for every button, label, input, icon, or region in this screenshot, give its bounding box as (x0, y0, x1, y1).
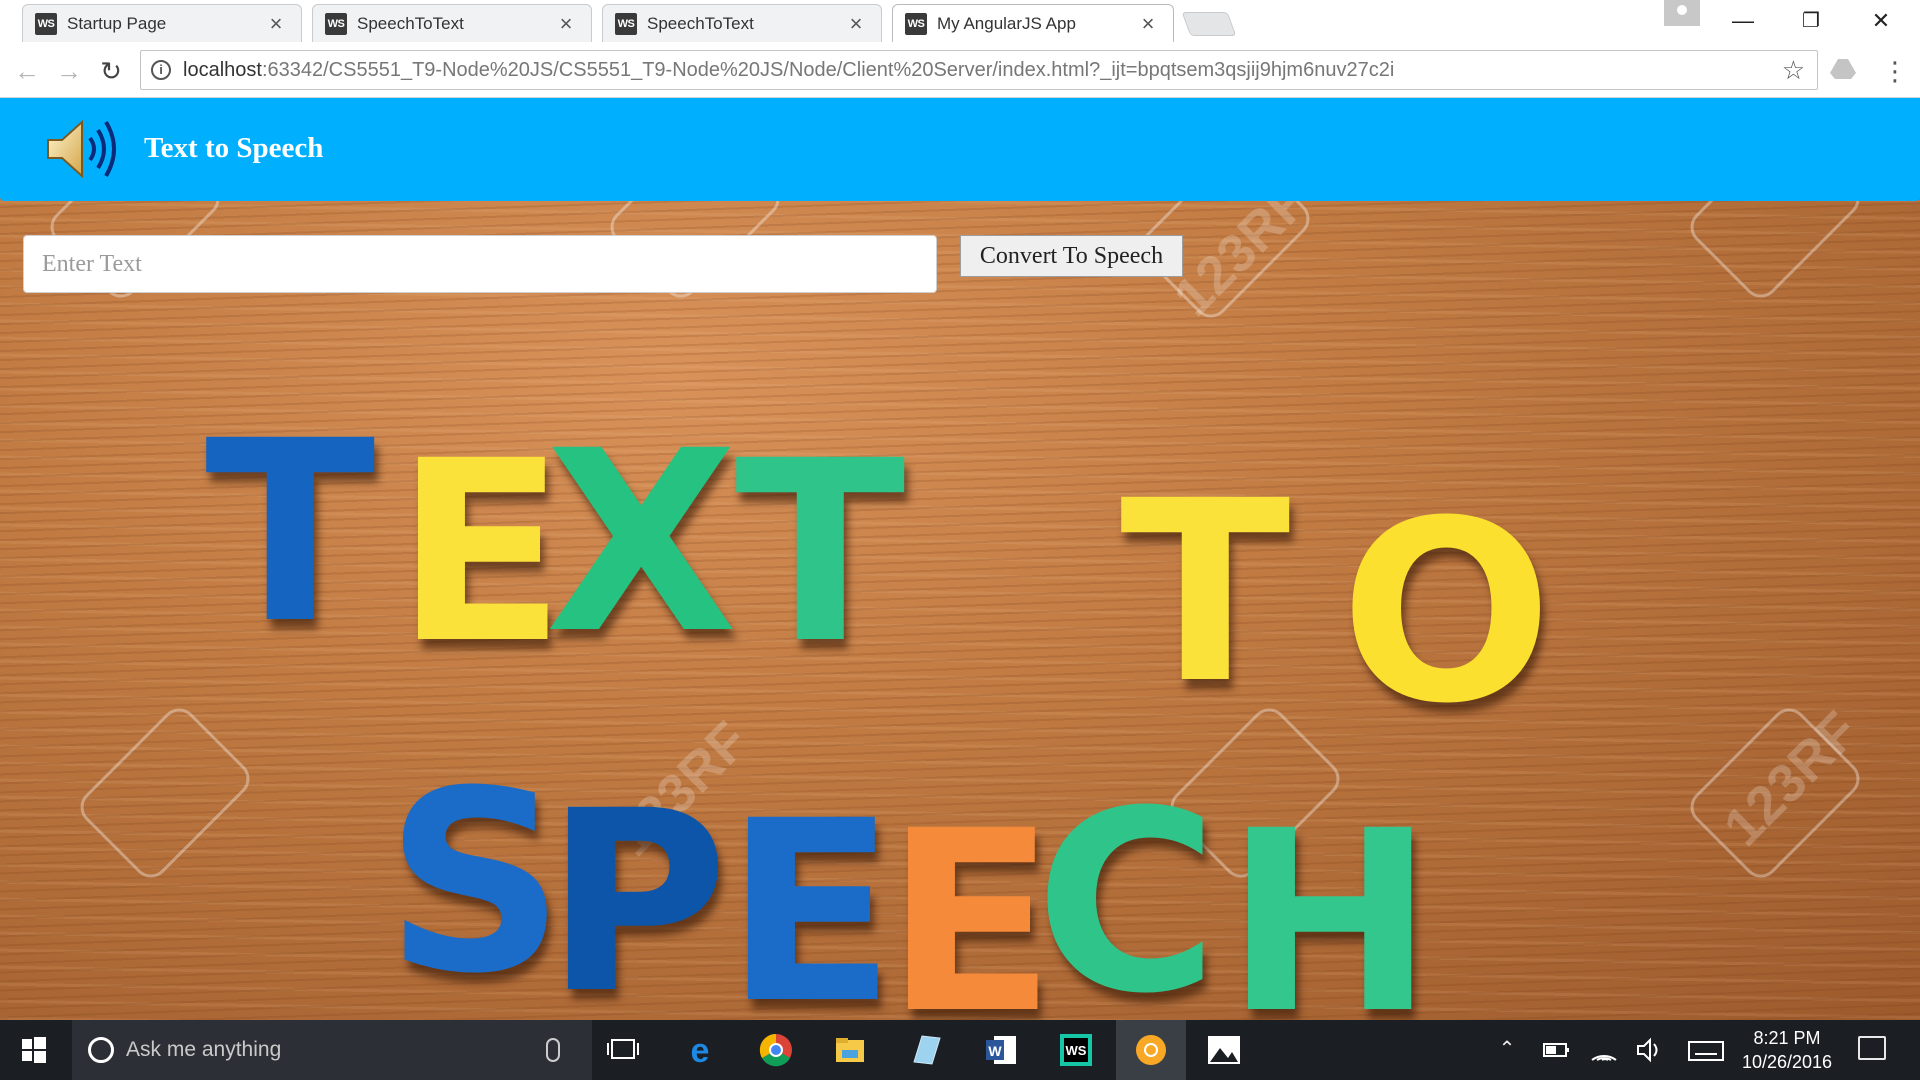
app-title: Text to Speech (144, 132, 324, 164)
webstorm-favicon-icon: WS (325, 12, 347, 35)
page-content: 123RF 123RF 123RF T E X T T O S P E E C … (0, 98, 1920, 1020)
browser-toolbar: ← → ↻ i localhost:63342/CS5551_T9-Node%2… (0, 44, 1920, 98)
svg-text:W: W (988, 1043, 1002, 1059)
clock-date: 10/26/2016 (1741, 1052, 1833, 1072)
image-letter: C (1035, 757, 1219, 1021)
image-letter: P (545, 757, 728, 1021)
url-host: localhost (183, 59, 262, 81)
webstorm-favicon-icon: WS (615, 12, 637, 35)
word-icon[interactable]: W (980, 1028, 1024, 1072)
task-view-icon[interactable] (602, 1028, 646, 1072)
url-text: localhost:63342/CS5551_T9-Node%20JS/CS55… (183, 59, 1394, 82)
volume-icon[interactable] (1634, 1032, 1666, 1068)
image-letter: O (1340, 467, 1553, 758)
cortana-icon (88, 1037, 114, 1063)
tab-strip: WS Startup Page × WS SpeechToText × WS S… (0, 0, 1920, 44)
file-explorer-icon[interactable] (828, 1028, 872, 1072)
google-drive-icon[interactable] (1830, 58, 1856, 80)
tab-title: SpeechToText (357, 13, 464, 33)
search-placeholder: Ask me anything (126, 1038, 282, 1061)
system-clock[interactable]: 8:21 PM 10/26/2016 (1722, 1026, 1852, 1074)
windows-taskbar: Ask me anything e W WS ⌃ 8:21 PM 10/26/2… (0, 1020, 1920, 1080)
close-icon[interactable]: × (555, 12, 577, 35)
profile-icon[interactable] (1664, 0, 1700, 26)
minimize-icon[interactable]: — (1720, 6, 1766, 36)
tab-speechtotext-2[interactable]: WS SpeechToText × (602, 4, 882, 42)
chrome-canary-taskbar-item[interactable] (1116, 1020, 1186, 1080)
edge-icon[interactable]: e (678, 1028, 722, 1072)
action-center-icon[interactable] (1858, 1036, 1886, 1060)
keyboard-icon[interactable] (1686, 1032, 1726, 1068)
battery-icon[interactable] (1540, 1032, 1572, 1068)
svg-text:WS: WS (1066, 1043, 1087, 1058)
image-letter: E (725, 767, 896, 1021)
svg-text:e: e (691, 1032, 710, 1070)
url-path: :63342/CS5551_T9-Node%20JS/CS5551_T9-Nod… (261, 59, 1395, 81)
image-letter: H (1225, 777, 1434, 1021)
close-icon[interactable]: × (1137, 12, 1159, 35)
tab-title: My AngularJS App (937, 13, 1076, 33)
close-window-icon[interactable]: ✕ (1858, 6, 1904, 36)
image-letter: X (545, 397, 738, 688)
reload-icon[interactable]: ↻ (94, 54, 128, 88)
text-input[interactable] (23, 235, 937, 293)
tab-my-angularjs-app[interactable]: WS My AngularJS App × (892, 4, 1174, 42)
app-header: Text to Speech (0, 98, 1920, 201)
tab-title: Startup Page (67, 13, 167, 33)
image-letter: E (395, 407, 566, 698)
clock-time: 8:21 PM (1753, 1028, 1821, 1048)
menu-icon[interactable]: ⋮ (1882, 54, 1908, 88)
image-letter: T (735, 407, 906, 698)
image-letter: T (205, 387, 376, 678)
chevron-up-icon[interactable]: ⌃ (1494, 1036, 1520, 1061)
chrome-icon[interactable] (754, 1028, 798, 1072)
notepad-icon[interactable] (904, 1028, 948, 1072)
image-letter: T (1120, 447, 1291, 738)
close-icon[interactable]: × (845, 12, 867, 35)
webstorm-icon[interactable]: WS (1054, 1028, 1098, 1072)
chrome-canary-icon (1136, 1035, 1166, 1065)
info-icon[interactable]: i (151, 60, 171, 80)
webstorm-favicon-icon: WS (905, 12, 927, 35)
image-letter: S (385, 737, 565, 1020)
wifi-icon[interactable] (1588, 1032, 1620, 1068)
new-tab-button[interactable] (1181, 12, 1237, 36)
forward-arrow-icon[interactable]: → (52, 54, 86, 88)
microphone-icon[interactable] (546, 1038, 560, 1062)
cortana-search-box[interactable]: Ask me anything (72, 1020, 592, 1080)
tab-title: SpeechToText (647, 13, 754, 33)
photos-icon[interactable] (1202, 1028, 1246, 1072)
windows-start-icon[interactable] (0, 1020, 70, 1080)
convert-to-speech-button[interactable]: Convert To Speech (960, 235, 1183, 277)
speaker-icon (47, 119, 116, 179)
bookmark-star-icon[interactable]: ☆ (1782, 55, 1805, 86)
back-arrow-icon[interactable]: ← (10, 54, 44, 88)
close-icon[interactable]: × (265, 12, 287, 35)
restore-icon[interactable]: ❐ (1788, 6, 1834, 36)
webstorm-favicon-icon: WS (35, 12, 57, 35)
address-bar[interactable]: i localhost:63342/CS5551_T9-Node%20JS/CS… (140, 50, 1818, 90)
tab-speechtotext-1[interactable]: WS SpeechToText × (312, 4, 592, 42)
image-letter: E (885, 777, 1056, 1021)
tab-startup-page[interactable]: WS Startup Page × (22, 4, 302, 42)
